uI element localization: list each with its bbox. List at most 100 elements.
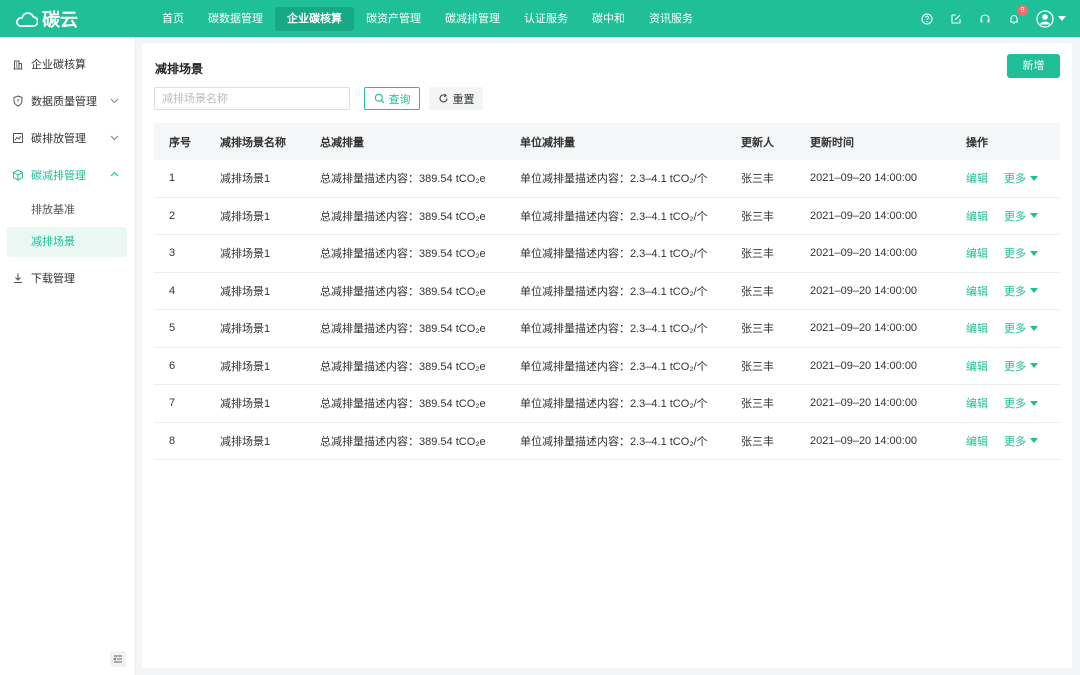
row-actions: 编辑 更多 [966, 433, 1060, 449]
table-row: 1 减排场景1 总减排量描述内容：389.54 tCO₂e 单位减排量描述内容：… [154, 160, 1060, 198]
caret-down-icon [1030, 250, 1038, 256]
unit-reduction: 单位减排量描述内容：2.3–4.1 tCO₂/个 [520, 323, 708, 336]
more-dropdown[interactable]: 更多 [1004, 283, 1038, 299]
sidebar-item-enterprise-accounting[interactable]: 企业碳核算 [0, 45, 135, 82]
row-actions: 编辑 更多 [966, 170, 1060, 186]
table-row: 3 减排场景1 总减排量描述内容：389.54 tCO₂e 单位减排量描述内容：… [154, 235, 1060, 273]
nav-emission-reduction[interactable]: 碳减排管理 [433, 7, 512, 31]
collapse-sidebar-button[interactable] [110, 651, 126, 667]
nav-news[interactable]: 资讯服务 [637, 7, 705, 31]
updater: 张三丰 [741, 173, 774, 186]
sidebar-item-download-mgmt[interactable]: 下载管理 [0, 259, 135, 296]
reset-label: 重置 [452, 93, 475, 106]
updater: 张三丰 [741, 285, 774, 298]
query-button[interactable]: 查询 [364, 87, 420, 110]
edit-link[interactable]: 编辑 [966, 395, 988, 411]
updater: 张三丰 [741, 210, 774, 223]
bell-icon[interactable]: 9 [1006, 4, 1028, 27]
nav-certification[interactable]: 认证服务 [512, 7, 580, 31]
table-header: 序号 减排场景名称 总减排量 单位减排量 更新人 更新时间 操作 [154, 123, 1060, 160]
collapse-icon [113, 655, 122, 663]
column-header: 更新时间 [810, 136, 854, 149]
more-dropdown[interactable]: 更多 [1004, 395, 1038, 411]
update-time: 2021–09–20 14:00:00 [810, 359, 918, 372]
table-row: 5 减排场景1 总减排量描述内容：389.54 tCO₂e 单位减排量描述内容：… [154, 310, 1060, 348]
scenario-name: 减排场景1 [220, 285, 271, 298]
more-dropdown[interactable]: 更多 [1004, 170, 1038, 186]
more-label: 更多 [1004, 210, 1026, 223]
row-actions: 编辑 更多 [966, 358, 1060, 374]
edit-link[interactable]: 编辑 [966, 358, 988, 374]
sidebar-item-label: 数据质量管理 [31, 95, 97, 108]
reset-button[interactable]: 重置 [429, 87, 483, 110]
edit-link[interactable]: 编辑 [966, 320, 988, 336]
more-dropdown[interactable]: 更多 [1004, 208, 1038, 224]
table-row: 7 减排场景1 总减排量描述内容：389.54 tCO₂e 单位减排量描述内容：… [154, 385, 1060, 423]
refresh-icon [439, 93, 448, 103]
headset-icon[interactable] [977, 11, 993, 27]
row-number: 2 [169, 209, 176, 222]
chart-icon [12, 132, 24, 144]
more-dropdown[interactable]: 更多 [1004, 320, 1038, 336]
shield-icon [12, 94, 24, 107]
sidebar-item-data-quality[interactable]: 数据质量管理 [0, 82, 135, 119]
nav-enterprise-accounting[interactable]: 企业碳核算 [275, 6, 354, 31]
more-dropdown[interactable]: 更多 [1004, 433, 1038, 449]
sidebar: 企业碳核算 数据质量管理 碳排放管理 碳减排管理 排放基准 减排场景 下载管理 [0, 37, 136, 675]
more-dropdown[interactable]: 更多 [1004, 245, 1038, 261]
row-number: 7 [169, 397, 176, 410]
cloud-logo-icon [16, 11, 38, 27]
more-label: 更多 [1004, 285, 1026, 298]
caret-down-icon[interactable] [1058, 16, 1066, 21]
edit-link[interactable]: 编辑 [966, 208, 988, 224]
more-label: 更多 [1004, 398, 1026, 411]
update-time: 2021–09–20 14:00:00 [810, 209, 918, 222]
table-row: 2 减排场景1 总减排量描述内容：389.54 tCO₂e 单位减排量描述内容：… [154, 198, 1060, 235]
search-input[interactable] [154, 87, 350, 110]
sidebar-item-reduction-mgmt[interactable]: 碳减排管理 [0, 156, 135, 193]
row-actions: 编辑 更多 [966, 320, 1060, 336]
download-icon [12, 272, 24, 284]
total-reduction: 总减排量描述内容：389.54 tCO₂e [320, 210, 486, 223]
nav-carbon-data[interactable]: 碳数据管理 [196, 7, 275, 31]
update-time: 2021–09–20 14:00:00 [810, 322, 918, 335]
edit-link[interactable]: 编辑 [966, 245, 988, 261]
help-icon[interactable] [919, 11, 935, 27]
top-navbar: 碳云 首页 碳数据管理 企业碳核算 碳资产管理 碳减排管理 认证服务 碳中和 资… [0, 0, 1080, 37]
add-button[interactable]: 新增 [1007, 54, 1060, 78]
logo[interactable]: 碳云 [0, 6, 150, 32]
chevron-down-icon [110, 98, 119, 104]
table-row: 8 减排场景1 总减排量描述内容：389.54 tCO₂e 单位减排量描述内容：… [154, 423, 1060, 460]
edit-icon[interactable] [948, 11, 964, 27]
caret-down-icon [1030, 213, 1038, 219]
caret-down-icon [1030, 175, 1038, 181]
caret-down-icon [1030, 288, 1038, 294]
row-number: 8 [169, 434, 176, 447]
unit-reduction: 单位减排量描述内容：2.3–4.1 tCO₂/个 [520, 360, 708, 373]
nav-carbon-assets[interactable]: 碳资产管理 [354, 7, 433, 31]
edit-link[interactable]: 编辑 [966, 433, 988, 449]
more-dropdown[interactable]: 更多 [1004, 358, 1038, 374]
header-actions: 9 [906, 0, 1066, 37]
sidebar-subitem-reduction-scenario[interactable]: 减排场景 [7, 227, 127, 257]
edit-link[interactable]: 编辑 [966, 170, 988, 186]
sidebar-subitem-emission-baseline[interactable]: 排放基准 [7, 195, 127, 225]
scenario-name: 减排场景1 [220, 435, 271, 448]
scenario-name: 减排场景1 [220, 210, 271, 223]
column-header: 序号 [169, 136, 191, 149]
nav-carbon-neutral[interactable]: 碳中和 [580, 7, 637, 31]
building-icon [12, 58, 24, 70]
query-label: 查询 [388, 93, 411, 106]
unit-reduction: 单位减排量描述内容：2.3–4.1 tCO₂/个 [520, 435, 708, 448]
updater: 张三丰 [741, 360, 774, 373]
update-time: 2021–09–20 14:00:00 [810, 284, 918, 297]
edit-link[interactable]: 编辑 [966, 283, 988, 299]
nav-home[interactable]: 首页 [150, 7, 196, 31]
sidebar-item-emission-mgmt[interactable]: 碳排放管理 [0, 119, 135, 156]
unit-reduction: 单位减排量描述内容：2.3–4.1 tCO₂/个 [520, 398, 708, 411]
scenario-name: 减排场景1 [220, 360, 271, 373]
caret-down-icon [1030, 438, 1038, 444]
avatar[interactable] [1036, 9, 1054, 28]
updater: 张三丰 [741, 248, 774, 261]
total-reduction: 总减排量描述内容：389.54 tCO₂e [320, 360, 486, 373]
